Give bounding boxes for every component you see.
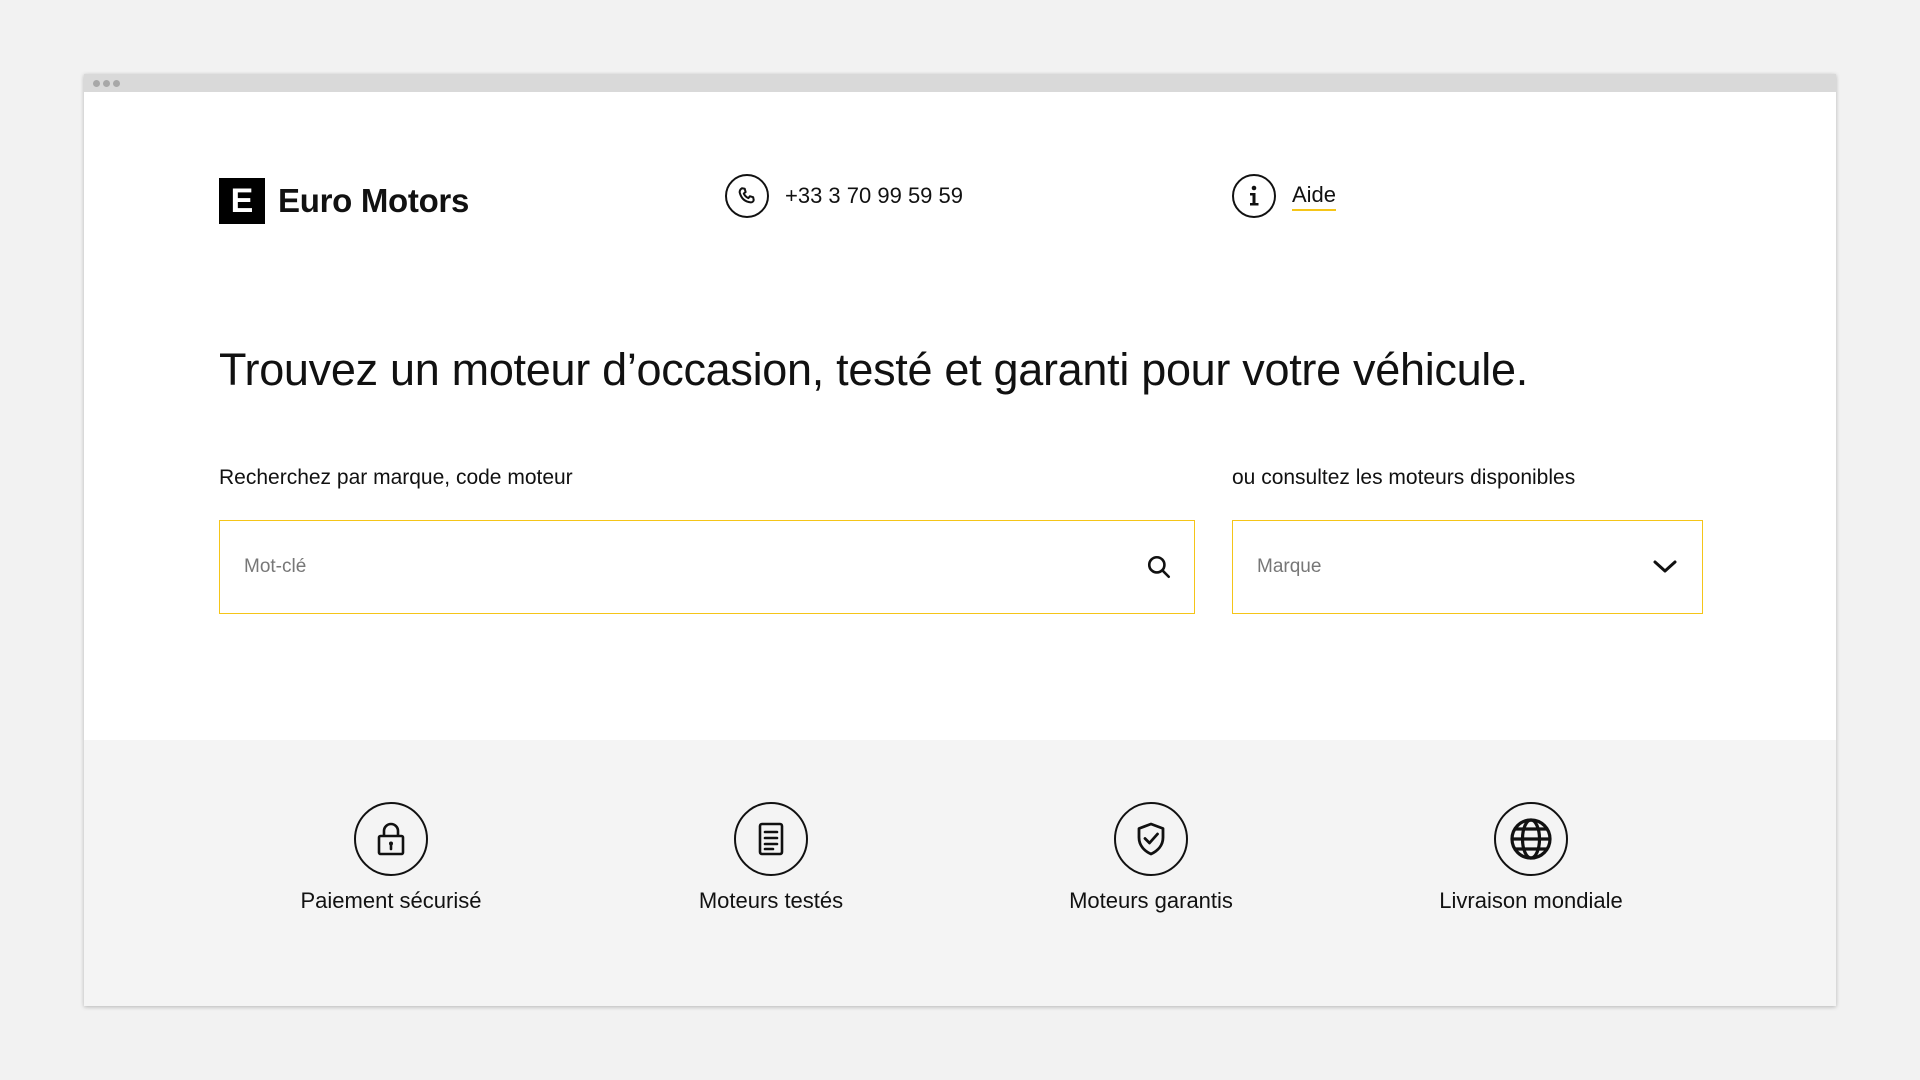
lock-icon [354,802,428,876]
phone-number[interactable]: +33 3 70 99 59 59 [785,183,963,209]
feature-label: Paiement sécurisé [300,888,482,913]
page-headline: Trouvez un moteur d’occasion, testé et g… [219,344,1528,395]
window-dot[interactable] [103,80,110,87]
browser-titlebar [84,74,1836,92]
feature-secure-payment: Paiement sécurisé [241,802,541,914]
brand-name: Euro Motors [278,182,470,219]
feature-label: Livraison mondiale [1439,888,1623,913]
info-icon [1232,174,1276,218]
chevron-down-icon [1653,560,1677,573]
help-link[interactable]: Aide [1292,182,1337,211]
site-header: E Euro Motors +33 3 70 99 59 59 Aide [84,170,1836,230]
feature-label: Moteurs garantis [1069,888,1233,913]
brand-select-value: Marque [1257,556,1322,577]
browser-window: E Euro Motors +33 3 70 99 59 59 Aide Tro… [84,74,1836,1006]
search-field [219,520,1195,614]
phone-contact[interactable]: +33 3 70 99 59 59 [725,174,963,218]
phone-icon [725,174,769,218]
search-icon [1147,555,1171,579]
help-contact[interactable]: Aide [1232,174,1337,218]
feature-guaranteed-engines: Moteurs garantis [1001,802,1301,914]
keyword-search-input[interactable] [220,521,1124,613]
feature-tested-engines: Moteurs testés [621,802,921,914]
window-dot[interactable] [93,80,100,87]
document-icon [734,802,808,876]
brand-select[interactable]: Marque [1232,520,1703,614]
shield-check-icon [1114,802,1188,876]
search-label: Recherchez par marque, code moteur [219,466,573,489]
logo-mark: E [219,178,265,224]
feature-label: Moteurs testés [698,888,844,913]
browse-label: ou consultez les moteurs disponibles [1232,466,1576,489]
features-band: Paiement sécurisé Moteurs testés Moteurs… [84,740,1836,1006]
globe-icon [1494,802,1568,876]
window-dot[interactable] [113,80,120,87]
feature-worldwide-delivery: Livraison mondiale [1381,802,1681,914]
search-button[interactable] [1124,521,1194,613]
brand-logo[interactable]: E Euro Motors [219,178,469,224]
